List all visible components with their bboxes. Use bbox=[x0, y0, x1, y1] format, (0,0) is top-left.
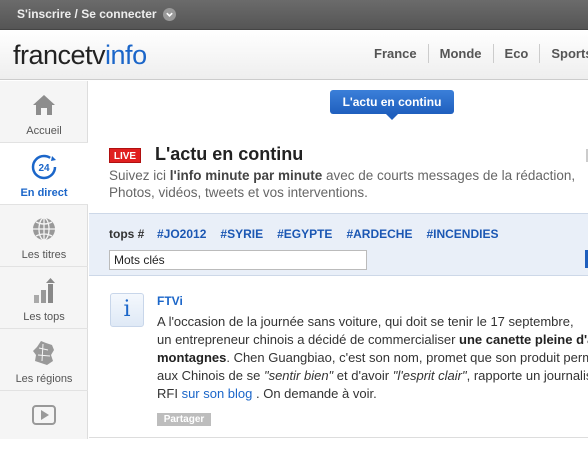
intro-text: Suivez ici l'info minute par minute avec… bbox=[109, 167, 588, 203]
live-24-icon: 24 bbox=[30, 153, 58, 181]
sidebar-item-video[interactable] bbox=[0, 391, 88, 453]
post-quote: "l'esprit clair" bbox=[392, 368, 467, 383]
keyword-search-input[interactable] bbox=[109, 250, 367, 270]
chevron-down-icon[interactable] bbox=[162, 7, 176, 21]
intro-bold: l'info minute par minute bbox=[169, 168, 323, 183]
sidebar-item-les-regions[interactable]: Les régions bbox=[0, 329, 88, 391]
home-icon bbox=[30, 91, 58, 119]
post-line: un entrepreneur chinois a décidé de comm… bbox=[157, 332, 460, 347]
sidebar-item-les-titres[interactable]: Les titres bbox=[0, 205, 88, 267]
post-line: A l'occasion de la journée sans voiture,… bbox=[157, 314, 574, 329]
sidebar-item-label: Les tops bbox=[23, 311, 65, 323]
live-post: i FTVi A l'occasion de la journée sans v… bbox=[89, 277, 588, 439]
post-bold: montagnes bbox=[157, 350, 227, 365]
sidebar-item-les-tops[interactable]: Les tops bbox=[0, 267, 88, 329]
top-bar: S'inscrire / Se connecter bbox=[0, 0, 588, 30]
sidebar-item-label: Accueil bbox=[26, 125, 62, 137]
site-header: francetvinfo France Monde Eco Sports bbox=[0, 30, 588, 80]
nav-monde[interactable]: Monde bbox=[427, 44, 493, 63]
login-link[interactable]: S'inscrire / Se connecter bbox=[17, 7, 176, 21]
share-button[interactable]: Partager bbox=[157, 413, 211, 426]
intro-line2: Photos, vidéos, tweets et vos interventi… bbox=[109, 185, 368, 200]
post-body: A l'occasion de la journée sans voiture,… bbox=[157, 313, 588, 403]
main-nav: France Monde Eco Sports bbox=[363, 44, 588, 63]
sidebar-item-accueil[interactable]: Accueil bbox=[0, 81, 88, 143]
tag-incendies[interactable]: #INCENDIES bbox=[426, 227, 498, 241]
post-author[interactable]: FTVi bbox=[157, 294, 183, 308]
tag-egypte[interactable]: #EGYPTE bbox=[277, 227, 332, 241]
sidebar-item-label: Les titres bbox=[21, 249, 67, 261]
divider bbox=[89, 437, 588, 438]
post-line: . Chen Guangbiao, c'est son nom, promet … bbox=[226, 350, 588, 365]
tag-syrie[interactable]: #SYRIE bbox=[220, 227, 263, 241]
tag-list: #JO2012 #SYRIE #EGYPTE #ARDECHE #INCENDI… bbox=[157, 227, 498, 241]
tops-bar: tops # #JO2012 #SYRIE #EGYPTE #ARDECHE #… bbox=[89, 213, 588, 276]
sidebar-item-label: En direct bbox=[20, 187, 68, 199]
post-line: et d'avoir bbox=[333, 368, 393, 383]
svg-text:24: 24 bbox=[38, 163, 50, 174]
nav-france[interactable]: France bbox=[363, 44, 428, 63]
france-map-icon bbox=[30, 339, 58, 367]
logo-part-info: info bbox=[105, 40, 147, 70]
post-bold: une canette pleine d'air de bbox=[459, 332, 588, 347]
nav-sports[interactable]: Sports bbox=[539, 44, 588, 63]
sidebar: Accueil 24 En direct Les titres Les tops… bbox=[0, 81, 88, 439]
globe-icon bbox=[30, 215, 58, 243]
tops-label: tops # bbox=[109, 227, 145, 241]
intro-pre: Suivez ici bbox=[109, 168, 170, 183]
tab-actu-en-continu[interactable]: L'actu en continu bbox=[330, 90, 454, 120]
bar-chart-icon bbox=[30, 277, 58, 305]
post-line: . On demande à voir. bbox=[252, 386, 377, 401]
tag-ardeche[interactable]: #ARDECHE bbox=[346, 227, 412, 241]
tag-jo2012[interactable]: #JO2012 bbox=[157, 227, 206, 241]
site-logo[interactable]: francetvinfo bbox=[13, 40, 147, 70]
sidebar-item-label: Les régions bbox=[15, 373, 73, 385]
main-content: L'actu en continu LIVE L'actu en continu… bbox=[89, 81, 588, 439]
blog-link[interactable]: sur son blog bbox=[182, 386, 253, 401]
logo-part-francetv: francetv bbox=[13, 40, 106, 70]
post-line: aux Chinois de se bbox=[157, 368, 264, 383]
live-badge: LIVE bbox=[109, 148, 141, 163]
post-line: RFI bbox=[157, 386, 182, 401]
login-label: S'inscrire / Se connecter bbox=[17, 7, 157, 21]
intro-post: avec de courts messages de la rédaction, bbox=[322, 168, 576, 183]
page-title: L'actu en continu bbox=[155, 144, 304, 164]
post-line: , rapporte un journaliste bbox=[466, 368, 588, 383]
video-play-icon bbox=[30, 401, 58, 429]
info-icon: i bbox=[110, 293, 144, 327]
nav-eco[interactable]: Eco bbox=[492, 44, 540, 63]
post-quote: "sentir bien" bbox=[263, 368, 334, 383]
sidebar-item-en-direct[interactable]: 24 En direct bbox=[0, 143, 88, 205]
